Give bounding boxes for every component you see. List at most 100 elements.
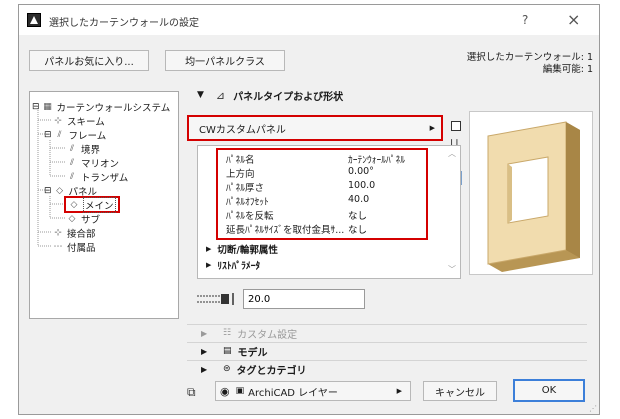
properties-scrollbar[interactable]: ︿ ﹀ xyxy=(446,146,460,278)
tree-item-junction[interactable]: ⊹ 接合部 xyxy=(52,226,96,240)
cancel-button[interactable]: キャンセル xyxy=(423,381,497,401)
panel-preview-shape xyxy=(487,121,580,272)
layer-dropdown[interactable]: ◉ ▣ ArchiCAD レイヤー ▶ xyxy=(215,381,411,401)
submenu-arrow-icon: ▶ xyxy=(396,387,402,395)
ok-button[interactable]: OK xyxy=(513,379,585,402)
subsection-params-label: ﾘｽﾄﾊﾟﾗﾒｰﾀ xyxy=(217,261,261,272)
property-value: なし xyxy=(348,211,368,222)
tree-item-mullion[interactable]: ⫽ マリオン xyxy=(66,156,119,170)
boundary-frame-icon: ⫽ xyxy=(69,144,74,154)
property-row-panel-name[interactable]: ﾊﾟﾈﾙ名 ｶｰﾃﾝｳｫｰﾙﾊﾟﾈﾙ xyxy=(198,152,448,166)
tree-item-accessory[interactable]: ⋯ 付属品 xyxy=(52,240,96,254)
property-name: ﾊﾟﾈﾙを反転 xyxy=(226,211,274,222)
uniform-panel-class-label: 均一パネルクラス xyxy=(185,57,265,68)
property-value: ｶｰﾃﾝｳｫｰﾙﾊﾟﾈﾙ xyxy=(348,155,406,166)
sub-panel-icon: ◇ xyxy=(68,214,76,224)
panel-properties-list[interactable]: ﾊﾟﾈﾙ名 ｶｰﾃﾝｳｫｰﾙﾊﾟﾈﾙ 上方向 0.00° ﾊﾟﾈﾙ厚さ 100.… xyxy=(197,145,461,279)
tree-item-label: メイン xyxy=(83,196,116,213)
panel-icon: ◇ xyxy=(56,186,63,196)
property-name: 延長ﾊﾟﾈﾙｻｲｽﾞを取付金具ｻ... xyxy=(226,225,345,236)
model-icon: ▤ xyxy=(223,346,232,356)
property-row-panel-thickness[interactable]: ﾊﾟﾈﾙ厚さ 100.0 xyxy=(198,180,448,194)
settings-tree[interactable]: ⊟ ▦ カーテンウォールシステム ⊹ スキーム ⊟ ⫽ フレーム ⫽ 境界 ⫽ … xyxy=(29,91,179,319)
title-bar: 選択したカーテンウォールの設定 ? × xyxy=(19,5,599,35)
help-button[interactable]: ? xyxy=(522,13,528,27)
expand-triangle-icon: ▼ xyxy=(197,90,204,100)
subsection-list-parameters[interactable]: ▶ ﾘｽﾄﾊﾟﾗﾒｰﾀ xyxy=(206,258,260,272)
tree-item-boundary[interactable]: ⫽ 境界 xyxy=(66,142,100,156)
subsection-cut-attributes[interactable]: ▶ 切断/輪郭属性 xyxy=(206,242,278,256)
resize-grip-icon[interactable]: ⋰ xyxy=(589,404,597,413)
property-name: ﾊﾟﾈﾙｵﾌｾｯﾄ xyxy=(226,197,269,208)
panel-section-header[interactable]: ▼ ⊿ パネルタイプおよび形状 xyxy=(197,87,343,103)
tree-item-label: スキーム xyxy=(67,117,105,128)
tree-item-label: マリオン xyxy=(81,159,120,170)
junction-icon: ⊹ xyxy=(54,228,62,238)
tree-item-label: 接合部 xyxy=(67,229,96,240)
custom-settings-icon: ☷ xyxy=(223,328,232,338)
property-name: 上方向 xyxy=(226,169,255,180)
thickness-icon xyxy=(197,292,237,306)
tree-item-frame[interactable]: ⊟ ⫽ フレーム xyxy=(44,128,106,142)
scroll-up-icon[interactable]: ︿ xyxy=(448,148,456,159)
section-custom-label: カスタム設定 xyxy=(237,329,298,341)
section-tags-label: タグとカテゴリ xyxy=(236,365,307,377)
property-row-up-direction[interactable]: 上方向 0.00° xyxy=(198,166,448,180)
tags-icon: ⊜ xyxy=(223,364,231,374)
ok-label: OK xyxy=(541,385,557,396)
panel-favorites-button[interactable]: パネルお気に入り... xyxy=(29,50,149,71)
app-icon xyxy=(27,13,41,27)
section-tags-categories[interactable]: ▶ ⊜ タグとカテゴリ xyxy=(187,360,587,377)
property-row-flip-panel[interactable]: ﾊﾟﾈﾙを反転 なし xyxy=(198,208,448,222)
tree-item-transom[interactable]: ⫽ トランザム xyxy=(66,170,128,184)
layer-dropdown-label: ArchiCAD レイヤー xyxy=(248,387,338,399)
tree-item-label: トランザム xyxy=(81,173,129,184)
property-row-panel-offset[interactable]: ﾊﾟﾈﾙｵﾌｾｯﾄ 40.0 xyxy=(198,194,448,208)
panel-type-dropdown[interactable]: CWカスタムパネル ▶ xyxy=(187,115,443,141)
section-model[interactable]: ▶ ▤ モデル xyxy=(187,342,587,359)
accessory-icon: ⋯ xyxy=(53,242,63,252)
mullion-icon: ⫽ xyxy=(69,158,74,168)
property-value: 40.0 xyxy=(348,194,370,205)
tree-item-label: カーテンウォールシステム xyxy=(56,103,171,114)
uniform-panel-class-button[interactable]: 均一パネルクラス xyxy=(165,50,285,71)
panel-favorites-label: パネルお気に入り... xyxy=(44,57,134,68)
scheme-icon: ⊹ xyxy=(54,116,62,126)
section-model-label: モデル xyxy=(237,347,268,359)
section-custom-settings[interactable]: ▶ ☷ カスタム設定 xyxy=(187,324,587,341)
panel-section-icon: ⊿ xyxy=(215,88,226,102)
collapse-toggle-icon[interactable]: ⊟ xyxy=(44,186,52,196)
collapsed-triangle-icon: ▶ xyxy=(201,346,208,356)
panel-type-value: CWカスタムパネル xyxy=(199,124,286,136)
tree-item-label: 境界 xyxy=(81,145,101,156)
collapse-toggle-icon[interactable]: ⊟ xyxy=(32,102,40,112)
collapsed-triangle-icon: ▶ xyxy=(206,245,212,253)
collapsed-triangle-icon: ▶ xyxy=(206,261,212,269)
thickness-input[interactable] xyxy=(243,289,365,309)
subsection-cut-label: 切断/輪郭属性 xyxy=(217,245,278,256)
curtain-wall-icon: ▦ xyxy=(43,102,52,112)
scroll-down-icon[interactable]: ﹀ xyxy=(448,264,456,275)
collapse-toggle-icon[interactable]: ⊟ xyxy=(44,130,52,140)
window-title: 選択したカーテンウォールの設定 xyxy=(49,18,199,29)
frame-icon: ⫽ xyxy=(57,130,62,140)
property-value: 0.00° xyxy=(348,166,374,177)
tree-item-curtain-wall-system[interactable]: ⊟ ▦ カーテンウォールシステム xyxy=(32,100,170,114)
tree-item-main-selected[interactable]: ◇ メイン xyxy=(64,196,120,213)
tree-item-sub[interactable]: ◇ サブ xyxy=(66,212,100,226)
cancel-label: キャンセル xyxy=(435,387,485,399)
property-row-extend-panel-size[interactable]: 延長ﾊﾟﾈﾙｻｲｽﾞを取付金具ｻ... なし xyxy=(198,222,448,236)
property-name: ﾊﾟﾈﾙ名 xyxy=(226,155,255,166)
view-option-icon-1[interactable] xyxy=(451,121,461,131)
panel-preview xyxy=(469,111,593,275)
property-value: 100.0 xyxy=(348,180,376,191)
tree-item-label: サブ xyxy=(81,215,101,226)
collapsed-triangle-icon: ▶ xyxy=(201,364,208,374)
tree-item-scheme[interactable]: ⊹ スキーム xyxy=(52,114,105,128)
close-button[interactable]: × xyxy=(567,10,580,29)
editable-status: 編集可能: 1 xyxy=(542,64,593,75)
layer-stack-icon: ⧉ xyxy=(187,385,196,399)
submenu-arrow-icon: ▶ xyxy=(429,124,435,132)
property-name: ﾊﾟﾈﾙ厚さ xyxy=(226,183,265,194)
collapsed-triangle-icon: ▶ xyxy=(201,328,208,338)
